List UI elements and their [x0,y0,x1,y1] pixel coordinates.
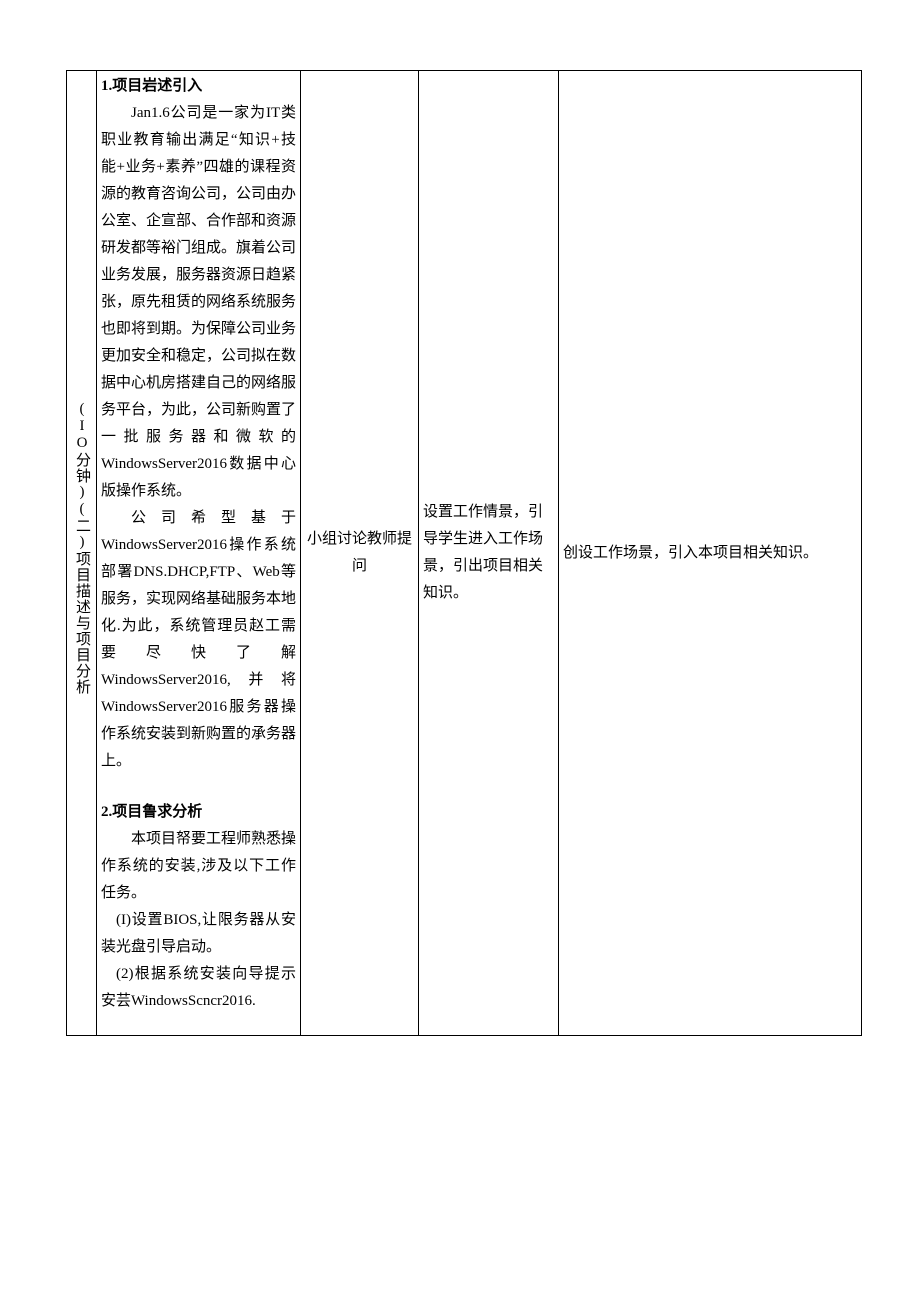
cell-content: 1.项目岩述引入 Jan1.6公司是一家为IT类职业教育输出满足“知识+技能+业… [97,71,301,1036]
intent-text: 创设工作场景，引入本项目相关知识。 [563,545,818,561]
content-heading-2: 2.项目鲁求分析 [101,799,296,826]
blank-line [101,775,296,799]
content-heading-1: 1.项目岩述引入 [101,73,296,100]
table-row: (IO分钟)(二)项目描述与项目分析 1.项目岩述引入 Jan1.6公司是一家为… [67,71,862,1036]
content-block: 1.项目岩述引入 Jan1.6公司是一家为IT类职业教育输出满足“知识+技能+业… [101,73,296,1033]
lesson-table: (IO分钟)(二)项目描述与项目分析 1.项目岩述引入 Jan1.6公司是一家为… [66,70,862,1036]
cell-intent: 创设工作场景，引入本项目相关知识。 [559,71,862,1036]
section-title-text: (IO分钟)(二)项目描述与项目分析 [71,401,92,695]
activity-text: 设置工作情景，引导学生进入工作场景，引出项目相关知识。 [423,504,543,601]
content-para-1: Jan1.6公司是一家为IT类职业教育输出满足“知识+技能+业务+素养”四雄的课… [101,100,296,505]
method-text: 小组讨论教师提问 [307,531,412,574]
content-para-3: 本项目帑要工程师熟悉操作系统的安装,涉及以下工作任务。 [101,826,296,907]
content-para-5: (2)根据系统安装向导提示安芸WindowsScncr2016. [101,961,296,1015]
cell-activity: 设置工作情景，引导学生进入工作场景，引出项目相关知识。 [419,71,559,1036]
page: (IO分钟)(二)项目描述与项目分析 1.项目岩述引入 Jan1.6公司是一家为… [0,0,920,1301]
content-para-2: 公司希型基于WindowsServer2016操作系统部署DNS.DHCP,FT… [101,505,296,775]
cell-method: 小组讨论教师提问 [301,71,419,1036]
content-para-4: (I)设置BIOS,让限务器从安装光盘引导启动。 [101,907,296,961]
cell-section-title: (IO分钟)(二)项目描述与项目分析 [67,71,97,1036]
